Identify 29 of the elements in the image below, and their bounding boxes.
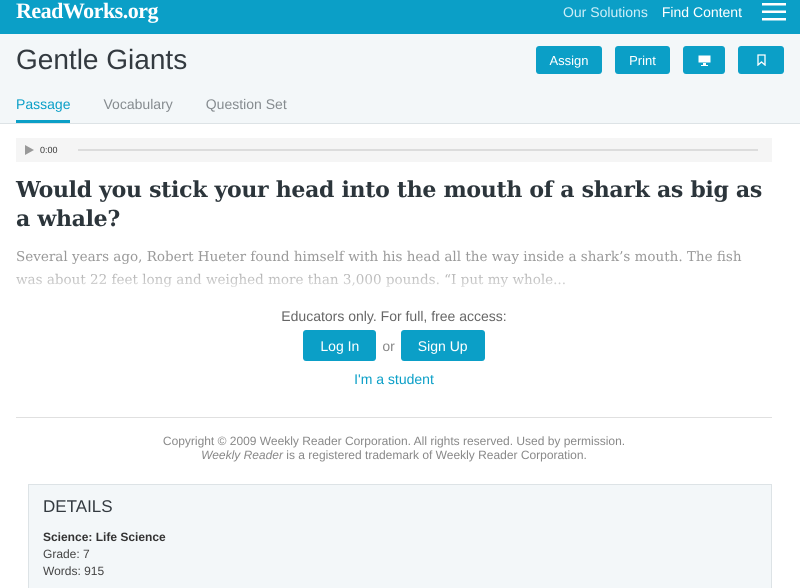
subject-label: Science: Life Science — [43, 529, 167, 546]
monitor-icon — [698, 54, 710, 66]
nav-link[interactable]: Our Solutions — [563, 4, 648, 20]
login-button[interactable]: Log In — [303, 330, 376, 361]
copyright-text: Weekly Reader is a registered trademark of Weekly Reader Corporation. — [201, 448, 587, 462]
logo[interactable]: ReadWorks.org — [16, 0, 158, 22]
bookmark-icon — [756, 54, 766, 66]
access-prompt: Educators only. For full, free access: — [281, 308, 507, 324]
tab[interactable]: Vocabulary — [103, 86, 173, 123]
detail-line: Grade: 7 — [43, 546, 91, 563]
audio-time: 0:00 — [40, 145, 58, 155]
page-title: Gentle Giants — [16, 44, 188, 76]
signup-button[interactable]: Sign Up — [400, 330, 485, 361]
monitor-button[interactable] — [683, 46, 725, 74]
play-icon[interactable] — [25, 145, 34, 155]
print-button[interactable]: Print — [615, 46, 670, 74]
menu-icon[interactable] — [762, 2, 786, 22]
assign-button[interactable]: Assign — [536, 46, 602, 74]
copyright-text: Copyright © 2009 Weekly Reader Corporation. All rights reserved. Used by permission. — [162, 434, 626, 448]
student-link[interactable]: I'm a student — [354, 371, 434, 387]
detail-line: Words: 915 — [43, 563, 106, 580]
bookmark-button[interactable] — [738, 46, 784, 74]
article-heading: Would you stick your head into the mouth of a shark as big as a whale? — [16, 176, 763, 234]
tab[interactable]: Passage — [16, 86, 70, 123]
details-heading: DETAILS — [43, 497, 114, 517]
nav-link[interactable]: Find Content — [662, 4, 742, 20]
tab[interactable]: Question Set — [206, 86, 287, 123]
article-excerpt: Several years ago, Robert Hueter found himself with his head all the way inside a shark’s mouth. The fish was about 22 feet long and weighed more than 3,000 pounds. “I put my whole... — [16, 248, 743, 290]
or-text: or — [382, 338, 395, 354]
